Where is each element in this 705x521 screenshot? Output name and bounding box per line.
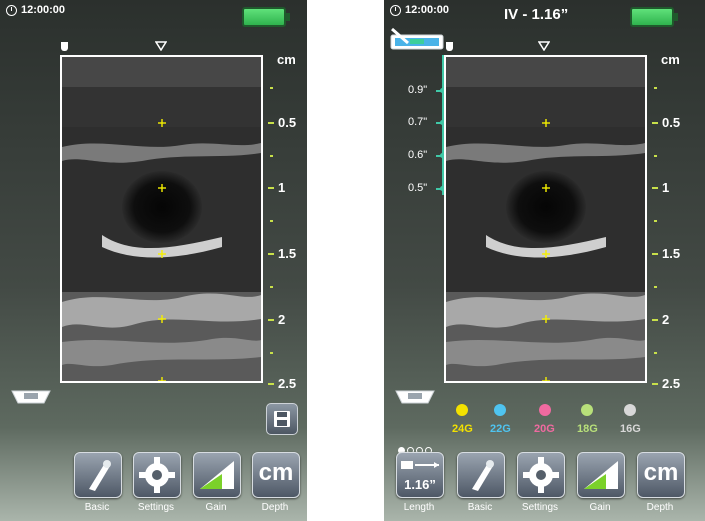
depth-label: 2.5 bbox=[662, 376, 681, 391]
gain-icon bbox=[200, 461, 234, 489]
probe-tray-icon[interactable] bbox=[394, 389, 436, 407]
ultrasound-scan bbox=[446, 57, 645, 381]
center-marker-icon bbox=[155, 41, 167, 51]
gain-button[interactable] bbox=[577, 452, 625, 498]
gauge-dot-16g[interactable] bbox=[624, 404, 636, 416]
length-label: Length bbox=[403, 502, 435, 513]
battery-icon bbox=[630, 7, 678, 27]
units-label: cm bbox=[277, 52, 296, 67]
depth-label: 2 bbox=[278, 312, 286, 327]
depth-label-btn: Depth bbox=[646, 502, 674, 513]
ultrasound-scan bbox=[62, 57, 261, 381]
time-text: 12:00:00 bbox=[405, 4, 450, 16]
cm-icon: cm bbox=[643, 459, 679, 486]
probe-icon bbox=[472, 460, 494, 491]
gear-icon bbox=[523, 457, 559, 493]
gain-label: Gain bbox=[589, 502, 611, 513]
length-button[interactable]: 1.16” bbox=[396, 452, 444, 498]
clock-icon bbox=[390, 4, 401, 16]
clock-icon bbox=[6, 4, 17, 16]
needle-length-icon bbox=[401, 461, 439, 469]
depth-button[interactable]: cm bbox=[637, 452, 685, 498]
screen-left: 12:00:00 cm 0.5 1 1.5 2 2.5 Basic Settin… bbox=[0, 0, 307, 521]
needle-length-label: 0.9" bbox=[408, 84, 428, 96]
cm-icon: cm bbox=[258, 459, 294, 486]
needle-guide-icon[interactable] bbox=[390, 27, 444, 53]
gain-icon bbox=[584, 461, 618, 489]
units-label: cm bbox=[661, 52, 680, 67]
gauge-dot-20g[interactable] bbox=[539, 404, 551, 416]
needle-length-label: 0.6" bbox=[408, 149, 428, 161]
depth-label: 1 bbox=[662, 180, 670, 195]
gear-icon bbox=[139, 457, 175, 493]
depth-label: 0.5 bbox=[662, 115, 681, 130]
settings-label: Settings bbox=[137, 502, 175, 513]
gauge-label: 24G bbox=[452, 423, 473, 435]
gauge-dot-24g[interactable] bbox=[456, 404, 468, 416]
gauge-label: 22G bbox=[490, 423, 511, 435]
page-title: IV - 1.16” bbox=[504, 6, 569, 23]
gauge-dot-22g[interactable] bbox=[494, 404, 506, 416]
center-marker-icon bbox=[538, 41, 550, 51]
orientation-marker bbox=[446, 42, 453, 51]
depth-label: 0.5 bbox=[278, 115, 297, 130]
needle-length-value: 1.16” bbox=[404, 477, 436, 492]
basic-button[interactable] bbox=[457, 452, 505, 498]
depth-label: 2 bbox=[662, 312, 670, 327]
gauge-label: 16G bbox=[620, 423, 641, 435]
depth-label: 1.5 bbox=[662, 246, 681, 261]
time-text: 12:00:00 bbox=[21, 4, 66, 16]
depth-label: 1.5 bbox=[278, 246, 297, 261]
settings-button[interactable] bbox=[133, 452, 181, 498]
ultrasound-image[interactable] bbox=[60, 55, 263, 383]
gauge-label: 20G bbox=[534, 423, 555, 435]
depth-label-btn: Depth bbox=[261, 502, 289, 513]
status-time: 12:00:00 bbox=[390, 4, 449, 16]
gain-button[interactable] bbox=[193, 452, 241, 498]
battery-icon bbox=[242, 7, 290, 27]
settings-label: Settings bbox=[521, 502, 559, 513]
gauge-dot-18g[interactable] bbox=[581, 404, 593, 416]
probe-tray-icon[interactable] bbox=[10, 389, 52, 407]
settings-button[interactable] bbox=[517, 452, 565, 498]
depth-label: 2.5 bbox=[278, 376, 297, 391]
status-time: 12:00:00 bbox=[6, 4, 65, 16]
gauge-label: 18G bbox=[577, 423, 598, 435]
floppy-disk-icon bbox=[274, 411, 290, 427]
orientation-marker bbox=[61, 42, 68, 51]
basic-label: Basic bbox=[467, 502, 493, 513]
save-button[interactable] bbox=[266, 403, 298, 435]
needle-length-label: 0.5" bbox=[408, 182, 428, 194]
probe-icon bbox=[89, 460, 111, 491]
screen-right: 12:00:00 IV - 1.16” 0.9" 0.7" 0.6" 0.5" bbox=[384, 0, 705, 521]
needle-length-label: 0.7" bbox=[408, 116, 428, 128]
depth-label: 1 bbox=[278, 180, 286, 195]
depth-button[interactable]: cm bbox=[252, 452, 300, 498]
basic-button[interactable] bbox=[74, 452, 122, 498]
ultrasound-image[interactable] bbox=[444, 55, 647, 383]
gain-label: Gain bbox=[205, 502, 227, 513]
basic-label: Basic bbox=[84, 502, 110, 513]
